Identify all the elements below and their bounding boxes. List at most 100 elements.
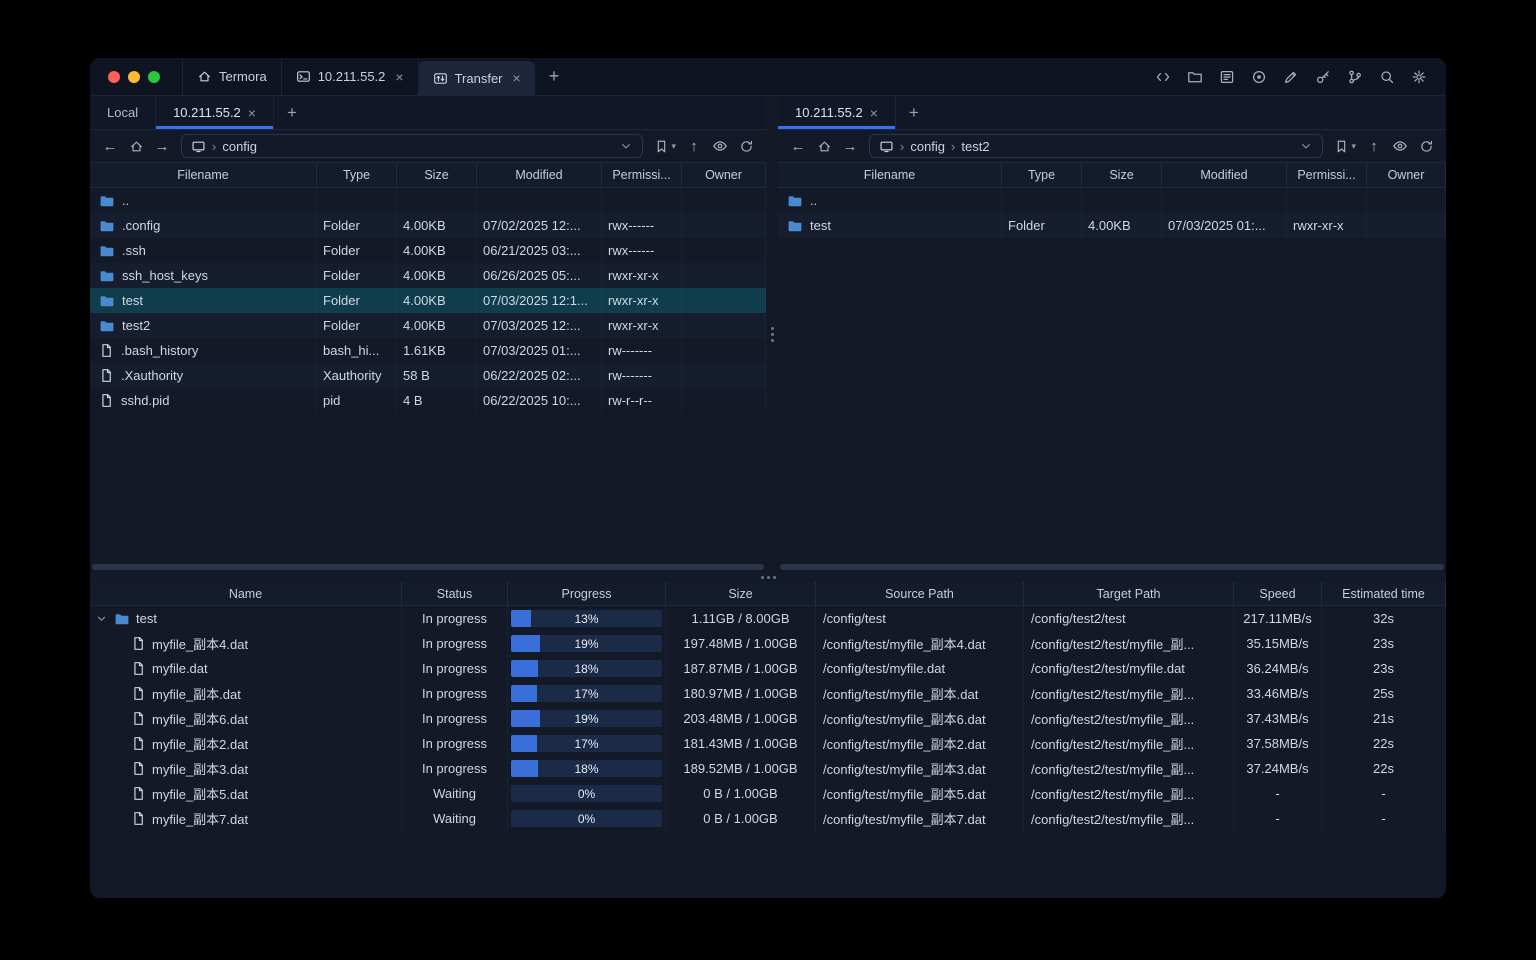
file-row[interactable]: test Folder 4.00KB 07/03/2025 01:... rwx… bbox=[778, 213, 1446, 238]
column-header-target-path[interactable]: Target Path bbox=[1024, 582, 1234, 605]
refresh-button[interactable] bbox=[1414, 134, 1438, 158]
column-header-name[interactable]: Name bbox=[90, 582, 402, 605]
path-segment[interactable]: config bbox=[222, 139, 257, 154]
column-header-permissions[interactable]: Permissi... bbox=[602, 163, 682, 187]
transfer-row[interactable]: myfile_副本7.dat Waiting 0% 0 B / 1.00GB /… bbox=[90, 806, 1446, 831]
column-header-source-path[interactable]: Source Path bbox=[816, 582, 1024, 605]
bookmark-button[interactable]: ▾ bbox=[1330, 139, 1360, 154]
folder-icon bbox=[114, 611, 130, 627]
column-header-type[interactable]: Type bbox=[317, 163, 397, 187]
column-header-modified[interactable]: Modified bbox=[477, 163, 602, 187]
file-row[interactable]: .bash_history bash_hi... 1.61KB 07/03/20… bbox=[90, 338, 766, 363]
column-header-progress[interactable]: Progress bbox=[508, 582, 666, 605]
file-row[interactable]: .. bbox=[778, 188, 1446, 213]
file-icon bbox=[131, 636, 146, 651]
back-button[interactable]: ← bbox=[98, 134, 122, 158]
file-row[interactable]: .. bbox=[90, 188, 766, 213]
column-header-owner[interactable]: Owner bbox=[1367, 163, 1446, 187]
file-row[interactable]: sshd.pid pid 4 B 06/22/2025 10:... rw-r-… bbox=[90, 388, 766, 413]
right-path-bar[interactable]: › config › test2 bbox=[869, 134, 1324, 158]
column-header-modified[interactable]: Modified bbox=[1162, 163, 1287, 187]
column-header-filename[interactable]: Filename bbox=[90, 163, 317, 187]
column-header-permissions[interactable]: Permissi... bbox=[1287, 163, 1367, 187]
transfer-row[interactable]: myfile_副本4.dat In progress 19% 197.48MB … bbox=[90, 631, 1446, 656]
target-path-cell: /config/test2/test/myfile_副... bbox=[1024, 706, 1234, 731]
edit-icon[interactable] bbox=[1282, 68, 1300, 86]
chevron-down-icon[interactable] bbox=[619, 139, 633, 153]
show-hidden-button[interactable] bbox=[1388, 134, 1412, 158]
home-button[interactable] bbox=[124, 134, 148, 158]
column-header-speed[interactable]: Speed bbox=[1234, 582, 1322, 605]
close-icon[interactable]: × bbox=[248, 106, 256, 120]
transfer-row[interactable]: myfile_副本.dat In progress 17% 180.97MB /… bbox=[90, 681, 1446, 706]
minimize-window-button[interactable] bbox=[128, 70, 140, 83]
path-segment[interactable]: config bbox=[910, 139, 945, 154]
left-path-bar[interactable]: › config bbox=[181, 134, 644, 158]
close-icon[interactable]: × bbox=[513, 71, 521, 85]
modified-cell bbox=[477, 188, 602, 213]
left-new-tab-button[interactable]: + bbox=[274, 96, 310, 129]
back-button[interactable]: ← bbox=[786, 134, 810, 158]
folder-icon[interactable] bbox=[1186, 68, 1204, 86]
scrollbar-thumb[interactable] bbox=[780, 564, 1444, 570]
column-header-type[interactable]: Type bbox=[1002, 163, 1082, 187]
new-tab-button[interactable]: + bbox=[535, 58, 574, 95]
status-cell: In progress bbox=[402, 706, 508, 731]
file-row-selected[interactable]: test Folder 4.00KB 07/03/2025 12:1... rw… bbox=[90, 288, 766, 313]
right-new-tab-button[interactable]: + bbox=[896, 96, 932, 129]
code-icon[interactable] bbox=[1154, 68, 1172, 86]
left-tab-host[interactable]: 10.211.55.2 × bbox=[156, 96, 274, 129]
refresh-button[interactable] bbox=[734, 134, 758, 158]
file-row[interactable]: test2 Folder 4.00KB 07/03/2025 12:... rw… bbox=[90, 313, 766, 338]
refresh-icon bbox=[739, 139, 754, 154]
bookmark-button[interactable]: ▾ bbox=[650, 139, 680, 154]
close-window-button[interactable] bbox=[108, 70, 120, 83]
column-header-size[interactable]: Size bbox=[666, 582, 816, 605]
column-header-owner[interactable]: Owner bbox=[682, 163, 766, 187]
column-header-filename[interactable]: Filename bbox=[778, 163, 1002, 187]
transfer-row[interactable]: test In progress 13% 1.11GB / 8.00GB /co… bbox=[90, 606, 1446, 631]
column-header-estimated-time[interactable]: Estimated time bbox=[1322, 582, 1446, 605]
upload-button[interactable]: ↑ bbox=[1362, 134, 1386, 158]
right-tab-host[interactable]: 10.211.55.2 × bbox=[778, 96, 896, 129]
owner-cell bbox=[682, 188, 766, 213]
close-icon[interactable]: × bbox=[395, 70, 403, 84]
path-segment[interactable]: test2 bbox=[961, 139, 989, 154]
transfer-row[interactable]: myfile_副本2.dat In progress 17% 181.43MB … bbox=[90, 731, 1446, 756]
transfer-row[interactable]: myfile_副本5.dat Waiting 0% 0 B / 1.00GB /… bbox=[90, 781, 1446, 806]
key-icon[interactable] bbox=[1314, 68, 1332, 86]
column-header-size[interactable]: Size bbox=[397, 163, 477, 187]
tab-termora[interactable]: Termora bbox=[182, 58, 282, 95]
file-row[interactable]: ssh_host_keys Folder 4.00KB 06/26/2025 0… bbox=[90, 263, 766, 288]
tab-host-session[interactable]: 10.211.55.2 × bbox=[282, 58, 419, 95]
file-row[interactable]: .config Folder 4.00KB 07/02/2025 12:... … bbox=[90, 213, 766, 238]
forward-button[interactable]: → bbox=[150, 134, 174, 158]
size-cell: 187.87MB / 1.00GB bbox=[666, 656, 816, 681]
file-row[interactable]: .ssh Folder 4.00KB 06/21/2025 03:... rwx… bbox=[90, 238, 766, 263]
transfer-row[interactable]: myfile_副本3.dat In progress 18% 189.52MB … bbox=[90, 756, 1446, 781]
left-tab-local[interactable]: Local bbox=[90, 96, 157, 129]
upload-button[interactable]: ↑ bbox=[682, 134, 706, 158]
file-row[interactable]: .Xauthority Xauthority 58 B 06/22/2025 0… bbox=[90, 363, 766, 388]
notes-icon[interactable] bbox=[1218, 68, 1236, 86]
branch-icon[interactable] bbox=[1346, 68, 1364, 86]
show-hidden-button[interactable] bbox=[708, 134, 732, 158]
vertical-splitter[interactable] bbox=[766, 96, 778, 572]
record-icon[interactable] bbox=[1250, 68, 1268, 86]
close-icon[interactable]: × bbox=[870, 106, 878, 120]
chevron-down-icon[interactable] bbox=[1299, 139, 1313, 153]
scrollbar-thumb[interactable] bbox=[92, 564, 764, 570]
horizontal-splitter[interactable] bbox=[90, 572, 1446, 582]
home-button[interactable] bbox=[812, 134, 836, 158]
tab-transfer[interactable]: Transfer × bbox=[418, 61, 535, 95]
zoom-window-button[interactable] bbox=[148, 70, 160, 83]
search-icon[interactable] bbox=[1378, 68, 1396, 86]
file-icon bbox=[131, 711, 146, 726]
column-header-status[interactable]: Status bbox=[402, 582, 508, 605]
settings-icon[interactable] bbox=[1410, 68, 1428, 86]
forward-button[interactable]: → bbox=[838, 134, 862, 158]
collapse-chevron-icon[interactable] bbox=[95, 612, 108, 625]
transfer-row[interactable]: myfile_副本6.dat In progress 19% 203.48MB … bbox=[90, 706, 1446, 731]
column-header-size[interactable]: Size bbox=[1082, 163, 1162, 187]
transfer-row[interactable]: myfile.dat In progress 18% 187.87MB / 1.… bbox=[90, 656, 1446, 681]
